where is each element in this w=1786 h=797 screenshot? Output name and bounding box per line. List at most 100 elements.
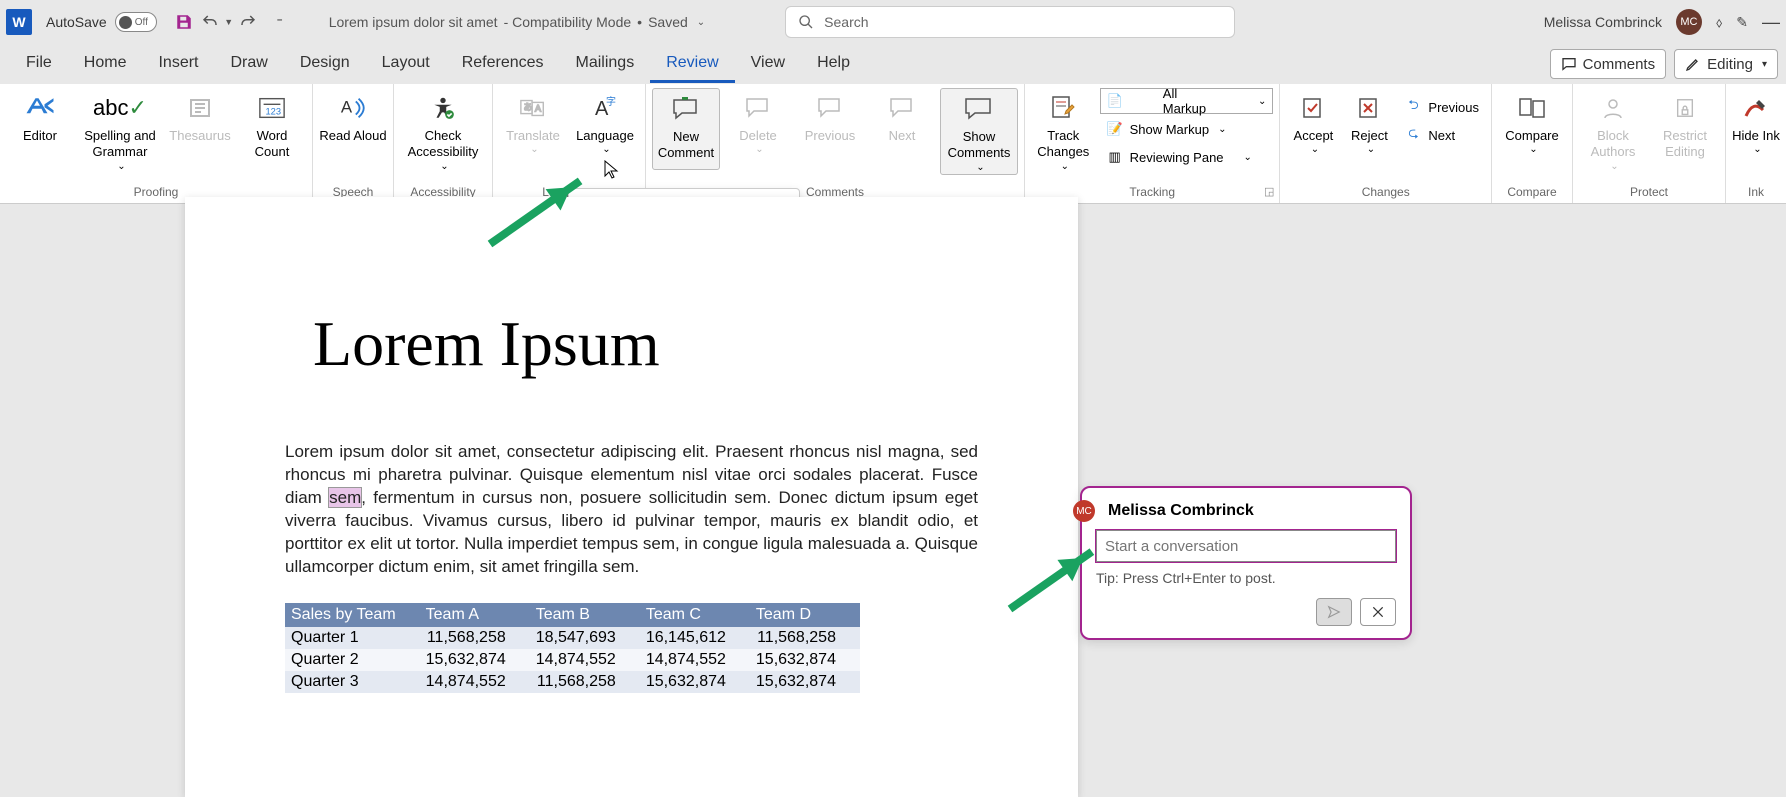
- table-cell[interactable]: 15,632,874: [750, 649, 860, 671]
- next-comment-button: Next: [868, 88, 936, 170]
- accept-button[interactable]: Accept⌄: [1286, 88, 1340, 170]
- table-cell[interactable]: 14,874,552: [640, 649, 750, 671]
- show-markup-button[interactable]: 📝Show Markup⌄: [1100, 116, 1274, 142]
- thesaurus-button: Thesaurus: [166, 88, 234, 170]
- autosave-label: AutoSave: [46, 14, 107, 30]
- table-header[interactable]: Team C: [640, 603, 750, 627]
- hide-ink-button[interactable]: Hide Ink⌄: [1732, 88, 1780, 170]
- highlighted-text[interactable]: sem: [329, 488, 361, 507]
- table-cell[interactable]: 15,632,874: [750, 671, 860, 693]
- tab-review[interactable]: Review: [650, 46, 734, 83]
- qat-customize-icon[interactable]: ⁼: [267, 9, 293, 35]
- tab-mailings[interactable]: Mailings: [560, 46, 651, 83]
- table-cell[interactable]: 14,874,552: [530, 649, 640, 671]
- undo-icon[interactable]: [197, 9, 223, 35]
- ribbon: Editor abc✓Spelling and Grammar⌄ Thesaur…: [0, 84, 1786, 204]
- spelling-button[interactable]: abc✓Spelling and Grammar⌄: [78, 88, 162, 173]
- translate-button: あATranslate⌄: [499, 88, 567, 170]
- table-header[interactable]: Team D: [750, 603, 860, 627]
- new-comment-button[interactable]: New Comment: [652, 88, 720, 170]
- search-placeholder: Search: [824, 14, 868, 30]
- table-cell[interactable]: 11,568,258: [750, 627, 860, 649]
- group-ink: Hide Ink⌄ Ink: [1726, 84, 1786, 203]
- minimize-icon[interactable]: —: [1762, 12, 1780, 33]
- group-speech: ARead Aloud Speech: [313, 84, 394, 203]
- table-cell[interactable]: 11,568,258: [420, 627, 530, 649]
- tab-insert[interactable]: Insert: [142, 46, 214, 83]
- table-cell[interactable]: Quarter 2: [285, 649, 420, 671]
- diamond-icon[interactable]: ⬨: [1716, 14, 1722, 31]
- table-cell[interactable]: 15,632,874: [420, 649, 530, 671]
- check-accessibility-button[interactable]: Check Accessibility⌄: [400, 88, 486, 173]
- table-row[interactable]: Quarter 314,874,55211,568,25815,632,8741…: [285, 671, 860, 693]
- table-header[interactable]: Sales by Team: [285, 603, 420, 627]
- pencil-icon: [1685, 56, 1701, 72]
- redo-icon[interactable]: [235, 9, 261, 35]
- tab-view[interactable]: View: [735, 46, 801, 83]
- search-box[interactable]: Search: [785, 6, 1235, 38]
- toggle-switch[interactable]: Off: [115, 12, 157, 32]
- pen-icon[interactable]: ✎: [1736, 14, 1748, 31]
- svg-text:A: A: [341, 98, 353, 117]
- wordcount-button[interactable]: 123Word Count: [238, 88, 306, 170]
- editing-mode-button[interactable]: Editing▾: [1674, 49, 1778, 79]
- table-cell[interactable]: Quarter 3: [285, 671, 420, 693]
- post-comment-button: [1316, 598, 1352, 626]
- table-header[interactable]: Team B: [530, 603, 640, 627]
- table-cell[interactable]: Quarter 1: [285, 627, 420, 649]
- next-change-button[interactable]: ⮎Next: [1398, 122, 1485, 148]
- editor-button[interactable]: Editor: [6, 88, 74, 170]
- tab-references[interactable]: References: [446, 46, 560, 83]
- group-proofing: Editor abc✓Spelling and Grammar⌄ Thesaur…: [0, 84, 313, 203]
- group-tracking: Track Changes⌄ 📄All Markup⌄ 📝Show Markup…: [1025, 84, 1280, 203]
- track-changes-button[interactable]: Track Changes⌄: [1031, 88, 1096, 173]
- table-cell[interactable]: 11,568,258: [530, 671, 640, 693]
- show-comments-button[interactable]: Show Comments⌄: [940, 88, 1018, 175]
- comment-tip: Tip: Press Ctrl+Enter to post.: [1096, 570, 1396, 586]
- reject-button[interactable]: Reject⌄: [1344, 88, 1394, 170]
- previous-comment-button: Previous: [796, 88, 864, 170]
- close-icon: [1371, 605, 1385, 619]
- table-cell[interactable]: 15,632,874: [640, 671, 750, 693]
- document-title[interactable]: Lorem ipsum dolor sit amet - Compatibili…: [329, 14, 705, 30]
- previous-change-button[interactable]: ⮌Previous: [1398, 94, 1485, 120]
- cancel-comment-button[interactable]: [1360, 598, 1396, 626]
- group-changes: Accept⌄ Reject⌄ ⮌Previous ⮎Next Changes: [1280, 84, 1492, 203]
- tab-design[interactable]: Design: [284, 46, 366, 83]
- table-row[interactable]: Quarter 111,568,25818,547,69316,145,6121…: [285, 627, 860, 649]
- read-aloud-button[interactable]: ARead Aloud: [319, 88, 387, 170]
- comment-avatar: MC: [1073, 500, 1095, 522]
- group-comments: New Comment Delete⌄ Previous Next Show C…: [646, 84, 1025, 203]
- table-header[interactable]: Team A: [420, 603, 530, 627]
- save-icon[interactable]: [171, 9, 197, 35]
- group-accessibility: Check Accessibility⌄ Accessibility: [394, 84, 493, 203]
- reviewing-pane-button[interactable]: ▥Reviewing Pane⌄: [1100, 144, 1274, 170]
- comments-pane-button[interactable]: Comments: [1550, 49, 1667, 79]
- undo-dropdown-icon[interactable]: ▼: [223, 9, 235, 35]
- avatar[interactable]: MC: [1676, 9, 1702, 35]
- table-row[interactable]: Quarter 215,632,87414,874,55214,874,5521…: [285, 649, 860, 671]
- group-compare: Compare⌄ Compare: [1492, 84, 1573, 203]
- document-heading[interactable]: Lorem Ipsum: [313, 307, 1078, 381]
- table-cell[interactable]: 14,874,552: [420, 671, 530, 693]
- tab-help[interactable]: Help: [801, 46, 866, 83]
- markup-dropdown[interactable]: 📄All Markup⌄: [1100, 88, 1274, 114]
- user-name[interactable]: Melissa Combrinck: [1544, 14, 1662, 30]
- sales-table[interactable]: Sales by TeamTeam ATeam BTeam CTeam D Qu…: [285, 603, 860, 693]
- compare-button[interactable]: Compare⌄: [1498, 88, 1566, 170]
- tab-draw[interactable]: Draw: [214, 46, 283, 83]
- search-icon: [798, 14, 814, 30]
- document-paragraph[interactable]: Lorem ipsum dolor sit amet, consectetur …: [285, 441, 978, 579]
- block-authors-button: Block Authors⌄: [1579, 88, 1647, 173]
- restrict-editing-button: Restrict Editing: [1651, 88, 1719, 170]
- svg-text:123: 123: [265, 107, 281, 117]
- autosave-toggle[interactable]: AutoSave Off: [46, 12, 157, 32]
- tab-file[interactable]: File: [10, 46, 68, 83]
- comment-input[interactable]: [1096, 530, 1396, 562]
- tab-layout[interactable]: Layout: [366, 46, 446, 83]
- tab-home[interactable]: Home: [68, 46, 143, 83]
- language-button[interactable]: A字Language⌄: [571, 88, 639, 170]
- table-cell[interactable]: 16,145,612: [640, 627, 750, 649]
- table-cell[interactable]: 18,547,693: [530, 627, 640, 649]
- tracking-launcher-icon[interactable]: ◲: [1264, 185, 1274, 198]
